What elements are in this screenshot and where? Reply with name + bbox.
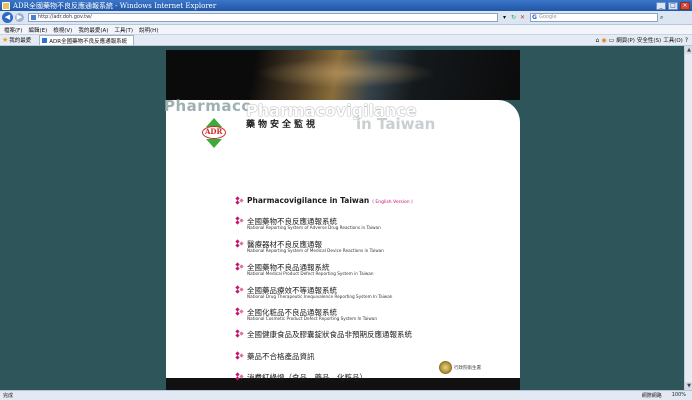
adr-logo: ADR — [200, 118, 228, 148]
google-icon: G — [532, 14, 537, 21]
help-icon[interactable]: ? — [685, 37, 688, 44]
address-url: http://adr.doh.gov.tw/ — [38, 14, 92, 20]
command-page[interactable]: 網頁(P) — [616, 36, 635, 44]
list-item-label: 全國健康食品及膠囊錠狀食品非預期反應通報系統 — [247, 330, 412, 339]
scroll-up-icon[interactable]: ▲ — [685, 46, 692, 54]
adr-page: Pharmaco Pharmacovigilance 藥物安全監視 in Tai… — [164, 50, 520, 390]
dropdown-icon[interactable]: ▾ — [501, 14, 508, 21]
star-icon: ★ — [2, 36, 9, 44]
minimize-button[interactable]: _ — [656, 1, 666, 10]
bullet-icon — [235, 372, 244, 381]
title-bar: ADR全國藥物不良反應通報系統 - Windows Internet Explo… — [0, 0, 692, 11]
bullet-icon — [235, 262, 244, 271]
close-button[interactable]: × — [680, 1, 690, 10]
vertical-scrollbar[interactable]: ▲ ▼ — [684, 46, 692, 390]
status-bar: 完成 網際網路 100% — [0, 390, 692, 400]
address-toolbar: ◀ ▶ http://adr.doh.gov.tw/ ▾ ↻ ✕ G Googl… — [0, 11, 692, 25]
list-item-english: National Medical Product Defect Reportin… — [247, 271, 374, 276]
window-title: ADR全國藥物不良反應通報系統 - Windows Internet Explo… — [13, 1, 217, 10]
favorites-label: 我的最愛 — [9, 38, 32, 44]
address-input[interactable]: http://adr.doh.gov.tw/ — [28, 13, 498, 22]
tab-adr[interactable]: ADR全國藥物不良反應通報系統 — [39, 35, 135, 45]
zone-label: 網際網路 — [641, 393, 662, 399]
list-item-label: 消費紅綠燈（食品、藥品、化粧品） — [247, 373, 367, 382]
home-icon[interactable]: ⌂ — [596, 37, 600, 44]
list-item-english: National Cosmetic Product Defect Reporti… — [247, 316, 377, 321]
feed-icon[interactable]: ◉ — [601, 37, 606, 44]
menu-tools[interactable]: 工具(T) — [114, 26, 133, 34]
menu-view[interactable]: 檢視(V) — [53, 26, 72, 34]
bullet-icon — [235, 351, 244, 360]
command-safety[interactable]: 安全性(S) — [637, 36, 661, 44]
menu-edit[interactable]: 編輯(E) — [28, 26, 47, 34]
bullet-icon — [235, 285, 244, 294]
page-icon — [31, 15, 36, 20]
search-input[interactable]: G Google — [530, 13, 658, 22]
refresh-icon[interactable]: ↻ — [510, 14, 517, 21]
header-banner — [166, 50, 520, 100]
list-item-label: 藥品不合格產品資訊 — [247, 352, 315, 361]
print-icon[interactable]: ▭ — [609, 37, 615, 44]
status-text: 完成 — [3, 393, 14, 399]
tab-title: ADR全國藥物不良反應通報系統 — [49, 38, 128, 45]
bullet-icon — [235, 329, 244, 338]
doh-emblem-icon[interactable] — [439, 361, 452, 374]
menu-file[interactable]: 檔案(F) — [4, 26, 22, 34]
tab-icon — [42, 38, 48, 43]
menu-bar: 檔案(F) 編輯(E) 檢視(V) 我的最愛(A) 工具(T) 說明(H) — [0, 25, 692, 35]
list-item-english: National Drug Therapeutic Inequivalence … — [247, 294, 393, 299]
tab-bar: ★ 我的最愛 ADR全國藥物不良反應通報系統 ⌂ ◉ ▭ 網頁(P) 安全性(S… — [0, 35, 692, 46]
scroll-down-icon[interactable]: ▼ — [685, 382, 692, 390]
command-tools[interactable]: 工具(O) — [663, 36, 683, 44]
list-item-english: National Reporting System of Medical Dev… — [247, 248, 384, 253]
web-content: Pharmaco Pharmacovigilance 藥物安全監視 in Tai… — [0, 46, 692, 390]
maximize-button[interactable]: □ — [668, 1, 678, 10]
zoom-level[interactable]: 100% — [672, 392, 686, 399]
stop-icon[interactable]: ✕ — [519, 14, 526, 21]
bullet-icon — [235, 307, 244, 316]
page-subtitle: 藥物安全監視 — [246, 120, 319, 130]
back-button[interactable]: ◀ — [2, 12, 13, 23]
in-taiwan-label: in Taiwan — [356, 115, 436, 133]
ie-icon — [2, 1, 10, 10]
menu-help[interactable]: 說明(H) — [139, 26, 158, 34]
emblem-label[interactable]: 行政院衛生署 — [454, 365, 481, 371]
menu-favorites[interactable]: 我的最愛(A) — [78, 26, 108, 34]
english-version-tag: ( English Version ) — [372, 200, 413, 205]
bullet-icon — [235, 239, 244, 248]
search-icon[interactable]: ⌕ — [660, 14, 668, 22]
search-placeholder: Google — [539, 14, 557, 20]
bullet-icon — [235, 196, 244, 205]
bullet-icon — [235, 216, 244, 225]
list-item-english: National Reporting System of Adverse Dru… — [247, 225, 381, 230]
favorites-button[interactable]: ★ 我的最愛 — [2, 36, 31, 44]
forward-button[interactable]: ▶ — [15, 13, 24, 22]
banner-bg-word: Pharmaco — [164, 97, 253, 115]
list-item-label: Pharmacovigilance in Taiwan — [247, 196, 370, 205]
